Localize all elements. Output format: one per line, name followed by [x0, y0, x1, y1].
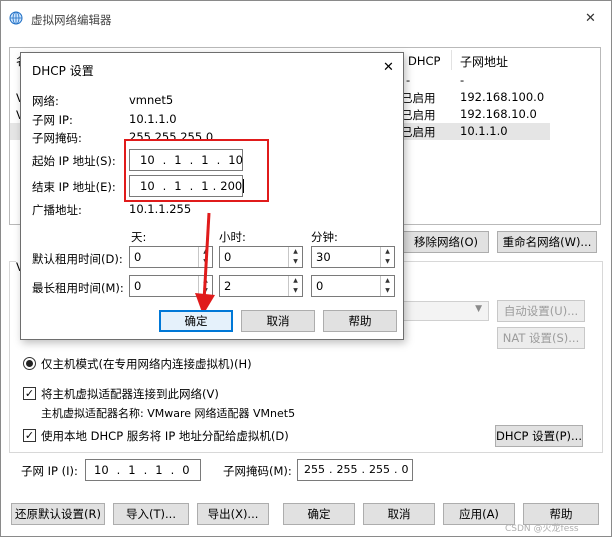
network-label: 网络:	[32, 94, 59, 108]
ip-octet: 10	[140, 153, 155, 167]
start-ip-label: 起始 IP 地址(S):	[32, 154, 116, 168]
row-dhcp: 已启用	[401, 91, 436, 105]
ip-octet: 1	[174, 179, 182, 193]
subnet-mask-label: 子网掩码:	[32, 131, 82, 145]
title-bar: 虚拟网络编辑器 ✕	[1, 1, 611, 39]
cancel-button[interactable]: 取消	[363, 503, 435, 525]
ip-octet: 10	[228, 153, 243, 167]
subnet-ip-input[interactable]: 10. 1. 1. 0	[85, 459, 201, 481]
dialog-ok-button[interactable]: 确定	[159, 310, 233, 332]
network-value: vmnet5	[129, 93, 174, 107]
ip-octet: 0	[182, 463, 190, 477]
dialog-help-button[interactable]: 帮助	[323, 310, 397, 332]
start-ip-input[interactable]: 10. 1. 1. 10	[129, 149, 243, 171]
host-adapter-name: 主机虚拟适配器名称: VMware 网络适配器 VMnet5	[41, 407, 296, 420]
ip-octet: 1	[155, 463, 163, 477]
end-ip-input[interactable]: 10. 1. 1. 200	[129, 175, 245, 197]
spin-up-icon[interactable]: ▲	[289, 247, 302, 257]
mask-octet: 0	[401, 463, 409, 476]
mask-octet: 255	[336, 463, 358, 476]
restore-defaults-button[interactable]: 还原默认设置(R)	[11, 503, 105, 525]
default-lease-hours[interactable]: 0 ▲ ▼	[219, 246, 303, 268]
ip-octet: 10	[94, 463, 109, 477]
network-globe-icon	[9, 11, 23, 25]
subnet-ip-label: 子网 IP (I):	[21, 464, 78, 478]
watermark: CSDN @火龙fess	[505, 524, 579, 534]
row-subnet: 192.168.100.0	[460, 90, 545, 104]
max-lease-hours[interactable]: 2 ▲ ▼	[219, 275, 303, 297]
nat-network-select[interactable]: ▼	[397, 301, 489, 321]
subnet-mask-label: 子网掩码(M):	[223, 464, 292, 478]
spin-up-icon[interactable]: ▲	[289, 276, 302, 286]
spin-down-icon[interactable]: ▼	[289, 257, 302, 267]
dhcp-settings-dialog: DHCP 设置 ✕ 网络: vmnet5 子网 IP: 10.1.1.0 子网掩…	[20, 52, 404, 340]
max-lease-label: 最长租用时间(M):	[32, 281, 124, 295]
subnet-ip-label: 子网 IP:	[32, 113, 73, 127]
mask-octet: 255	[304, 463, 325, 476]
broadcast-value: 10.1.1.255	[129, 202, 192, 216]
row-dhcp: 已启用	[401, 108, 436, 122]
row-dhcp: -	[406, 73, 411, 87]
connect-adapter-checkbox[interactable]: ✓	[23, 387, 36, 400]
max-lease-minutes[interactable]: 0 ▲ ▼	[311, 275, 395, 297]
default-lease-minutes[interactable]: 30 ▲ ▼	[311, 246, 395, 268]
text-caret	[243, 179, 245, 193]
chevron-down-icon: ▼	[475, 304, 482, 314]
dialog-title: DHCP 设置	[32, 64, 94, 78]
spin-down-icon[interactable]: ▼	[381, 286, 394, 296]
ip-octet: 1	[201, 179, 209, 193]
import-button[interactable]: 导入(T)...	[113, 503, 189, 525]
export-button[interactable]: 导出(X)...	[197, 503, 269, 525]
remove-network-button[interactable]: 移除网络(O)	[403, 231, 489, 253]
row-subnet: -	[460, 73, 465, 87]
table-header-subnet[interactable]: 子网地址	[460, 53, 508, 70]
dhcp-settings-button[interactable]: DHCP 设置(P)...	[495, 425, 583, 447]
broadcast-label: 广播地址:	[32, 203, 82, 217]
spin-down-icon[interactable]: ▼	[289, 286, 302, 296]
ok-button[interactable]: 确定	[283, 503, 355, 525]
window-title: 虚拟网络编辑器	[31, 13, 112, 27]
spin-up-icon[interactable]: ▲	[381, 276, 394, 286]
table-header-dhcp[interactable]: DHCP	[408, 54, 440, 68]
row-dhcp: 已启用	[401, 125, 436, 139]
use-dhcp-checkbox[interactable]: ✓	[23, 429, 36, 442]
subnet-ip-value: 10.1.1.0	[129, 112, 177, 126]
hours-header: 小时:	[219, 230, 246, 244]
red-arrow-icon	[195, 212, 215, 315]
host-only-label: 仅主机模式(在专用网络内连接虚拟机)(H)	[41, 357, 252, 371]
nat-settings-button[interactable]: NAT 设置(S)...	[497, 327, 585, 349]
days-header: 天:	[131, 230, 147, 244]
ip-octet: 1	[174, 153, 182, 167]
ip-octet: 10	[140, 179, 155, 193]
end-ip-label: 结束 IP 地址(E):	[32, 180, 116, 194]
auto-settings-button[interactable]: 自动设置(U)...	[497, 300, 585, 322]
use-dhcp-label: 使用本地 DHCP 服务将 IP 地址分配给虚拟机(D)	[41, 429, 289, 443]
spin-down-icon[interactable]: ▼	[381, 257, 394, 267]
dialog-cancel-button[interactable]: 取消	[241, 310, 315, 332]
ip-octet: 1	[201, 153, 209, 167]
minutes-header: 分钟:	[311, 230, 338, 244]
ip-octet: 200	[220, 179, 243, 193]
mask-octet: 255	[369, 463, 390, 476]
table-header-divider	[451, 50, 452, 70]
rename-network-button[interactable]: 重命名网络(W)...	[497, 231, 597, 253]
spin-up-icon[interactable]: ▲	[381, 247, 394, 257]
row-subnet: 192.168.10.0	[460, 107, 537, 121]
connect-adapter-label: 将主机虚拟适配器连接到此网络(V)	[41, 387, 219, 401]
subnet-mask-input[interactable]: 255. 255. 255. 0	[297, 459, 413, 481]
close-icon[interactable]: ✕	[585, 11, 596, 26]
dialog-close-icon[interactable]: ✕	[383, 60, 394, 75]
default-lease-label: 默认租用时间(D):	[32, 252, 123, 266]
host-only-radio[interactable]	[23, 357, 36, 370]
ip-octet: 1	[128, 463, 136, 477]
row-subnet: 10.1.1.0	[460, 124, 508, 138]
